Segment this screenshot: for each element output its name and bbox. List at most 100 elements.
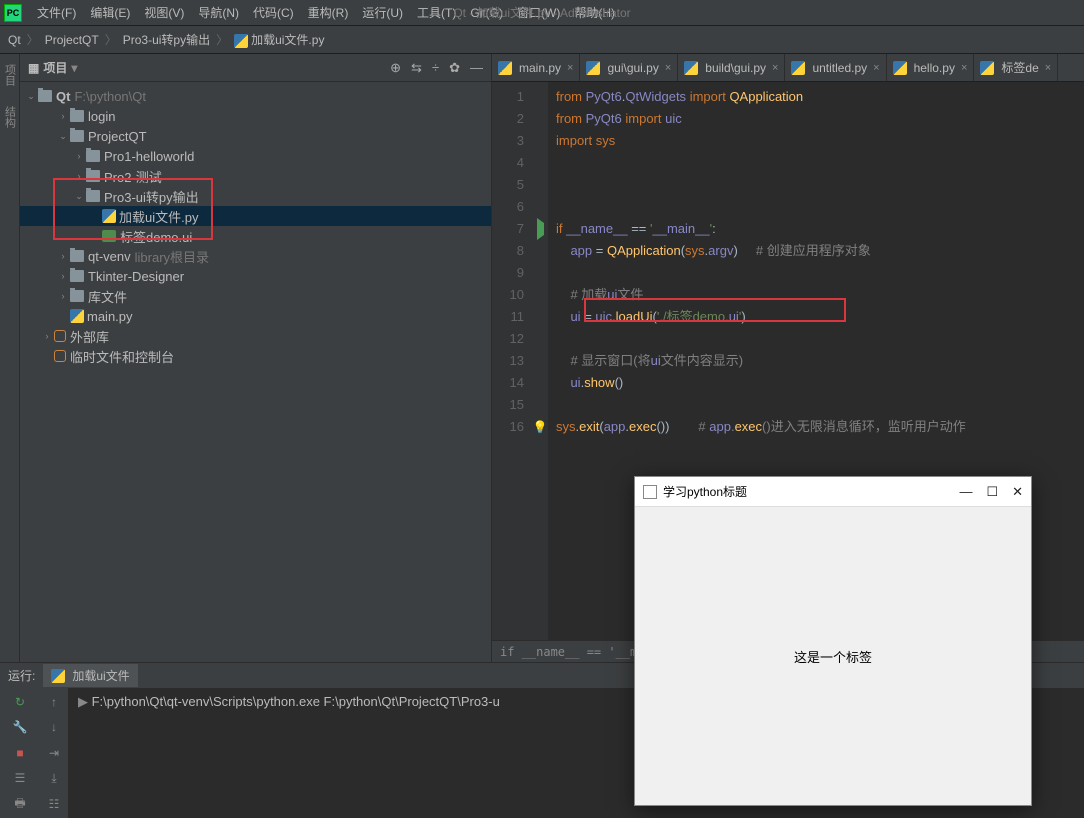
breadcrumb-bar: Qt 〉 ProjectQT 〉 Pro3-ui转py输出 〉 加载ui文件.p…: [0, 26, 1084, 54]
up-button[interactable]: ↑: [46, 694, 62, 710]
python-file-icon: [586, 61, 600, 75]
collapse-icon[interactable]: ÷: [432, 60, 439, 76]
chevron-right-icon: 〉: [216, 31, 228, 48]
python-file-icon: [791, 61, 805, 75]
menu-item[interactable]: 工具(T): [410, 3, 463, 23]
tree-row[interactable]: ›Tkinter-Designer: [20, 266, 491, 286]
menu-item[interactable]: 窗口(W): [510, 3, 567, 23]
down-button[interactable]: ↓: [46, 720, 62, 736]
close-tab-icon[interactable]: ×: [772, 62, 778, 74]
tree-row[interactable]: 加载ui文件.py: [20, 206, 491, 226]
editor-tabs: main.py×gui\gui.py×build\gui.py×untitled…: [492, 54, 1084, 82]
folder-icon: [38, 90, 52, 102]
qt-app-window[interactable]: 学习python标题 — ☐ ✕ 这是一个标签: [634, 476, 1032, 806]
python-file-icon: [684, 61, 698, 75]
minimize-button[interactable]: —: [959, 484, 972, 500]
expand-icon[interactable]: ⇆: [411, 60, 422, 76]
run-gutter-icon[interactable]: [537, 218, 544, 240]
chevron-right-icon: 〉: [27, 31, 39, 48]
folder-icon: [70, 290, 84, 302]
breadcrumb-item[interactable]: ProjectQT: [45, 33, 99, 47]
tree-row[interactable]: ›库文件: [20, 286, 491, 306]
menu-item[interactable]: 帮助(H): [567, 3, 622, 23]
close-tab-icon[interactable]: ×: [665, 62, 671, 74]
tree-root[interactable]: ⌄ QtF:\python\Qt: [20, 86, 491, 106]
python-file-icon: [234, 34, 248, 48]
editor-tab[interactable]: hello.py×: [887, 54, 975, 81]
breadcrumb-item[interactable]: Qt: [8, 33, 21, 47]
layout-button[interactable]: ☰: [12, 771, 28, 787]
line-gutter: 12345678910111213141516: [492, 82, 532, 640]
tree-row[interactable]: ›qt-venvlibrary根目录: [20, 246, 491, 266]
close-tab-icon[interactable]: ×: [567, 62, 573, 74]
sidebar-title: ▦ 项目 ▾: [28, 59, 77, 76]
breadcrumb-item[interactable]: Pro3-ui转py输出: [123, 31, 210, 48]
rerun-button[interactable]: ↻: [12, 694, 28, 710]
stop-button[interactable]: ■: [12, 745, 28, 761]
glyph-margin: 💡: [532, 82, 548, 640]
qt-titlebar[interactable]: 学习python标题 — ☐ ✕: [635, 477, 1031, 507]
menubar: PC 文件(F)编辑(E)视图(V)导航(N)代码(C)重构(R)运行(U)工具…: [0, 0, 1084, 26]
menu-item[interactable]: 运行(U): [355, 3, 410, 23]
folder-icon: [70, 270, 84, 282]
menu-item[interactable]: 重构(R): [301, 3, 356, 23]
python-file-icon: [102, 209, 116, 223]
hide-icon[interactable]: —: [470, 60, 483, 76]
tree-row[interactable]: ›外部库: [20, 326, 491, 346]
tree-row[interactable]: main.py: [20, 306, 491, 326]
project-tree[interactable]: ⌄ QtF:\python\Qt ›login⌄ProjectQT›Pro1-h…: [20, 82, 491, 370]
project-tool-button[interactable]: 项目: [2, 64, 18, 86]
window-icon: [643, 485, 657, 499]
target-icon[interactable]: ⊕: [390, 60, 401, 76]
qt-label: 这是一个标签: [794, 647, 872, 666]
print-button[interactable]: 🖶: [12, 796, 28, 812]
tree-row[interactable]: ›login: [20, 106, 491, 126]
editor-tab[interactable]: main.py×: [492, 54, 580, 81]
library-icon: [54, 330, 66, 342]
folder-icon: [70, 130, 84, 142]
run-config-tab[interactable]: 加载ui文件: [43, 664, 137, 687]
gear-icon[interactable]: ✿: [449, 60, 460, 76]
folder-icon: [86, 190, 100, 202]
python-file-icon: [70, 309, 84, 323]
close-tab-icon[interactable]: ×: [873, 62, 879, 74]
tree-row[interactable]: ›Pro2-测试: [20, 166, 491, 186]
python-file-icon: [51, 669, 65, 683]
wrap-button[interactable]: ⇥: [46, 745, 62, 761]
folder-icon: [70, 250, 84, 262]
maximize-button[interactable]: ☐: [986, 484, 998, 500]
close-tab-icon[interactable]: ×: [961, 62, 967, 74]
clear-button[interactable]: ☷: [46, 796, 62, 812]
scroll-button[interactable]: ⤓: [46, 771, 62, 787]
app-logo-icon: PC: [4, 4, 22, 22]
tree-row[interactable]: 标签demo.ui: [20, 226, 491, 246]
tree-row[interactable]: ⌄ProjectQT: [20, 126, 491, 146]
menu-item[interactable]: 导航(N): [191, 3, 246, 23]
tree-row[interactable]: ⌄Pro3-ui转py输出: [20, 186, 491, 206]
tree-row[interactable]: 临时文件和控制台: [20, 346, 491, 366]
close-button[interactable]: ✕: [1012, 484, 1023, 500]
structure-tool-button[interactable]: 结构: [2, 106, 18, 128]
editor-tab[interactable]: build\gui.py×: [678, 54, 785, 81]
folder-icon: [86, 150, 100, 162]
dropdown-icon[interactable]: ▾: [71, 61, 77, 75]
qt-window-title: 学习python标题: [663, 483, 959, 500]
editor-tab[interactable]: gui\gui.py×: [580, 54, 678, 81]
menu-item[interactable]: 编辑(E): [83, 3, 137, 23]
menu-item[interactable]: 代码(C): [246, 3, 301, 23]
close-tab-icon[interactable]: ×: [1045, 62, 1051, 74]
project-sidebar: ▦ 项目 ▾ ⊕ ⇆ ÷ ✿ — ⌄ QtF:\python\Qt ›login…: [20, 54, 492, 662]
menu-item[interactable]: 视图(V): [137, 3, 191, 23]
chevron-right-icon: 〉: [105, 31, 117, 48]
editor-tab[interactable]: 标签de×: [974, 54, 1058, 81]
menu-item[interactable]: Git(G): [463, 3, 510, 23]
breadcrumb-item[interactable]: 加载ui文件.py: [234, 31, 324, 48]
bulb-icon[interactable]: 💡: [533, 420, 548, 434]
python-file-icon: [498, 61, 512, 75]
tool-button[interactable]: 🔧: [12, 720, 28, 736]
editor-tab[interactable]: untitled.py×: [785, 54, 886, 81]
menu-item[interactable]: 文件(F): [30, 3, 83, 23]
folder-icon: [70, 110, 84, 122]
tree-row[interactable]: ›Pro1-helloworld: [20, 146, 491, 166]
folder-icon: [86, 170, 100, 182]
